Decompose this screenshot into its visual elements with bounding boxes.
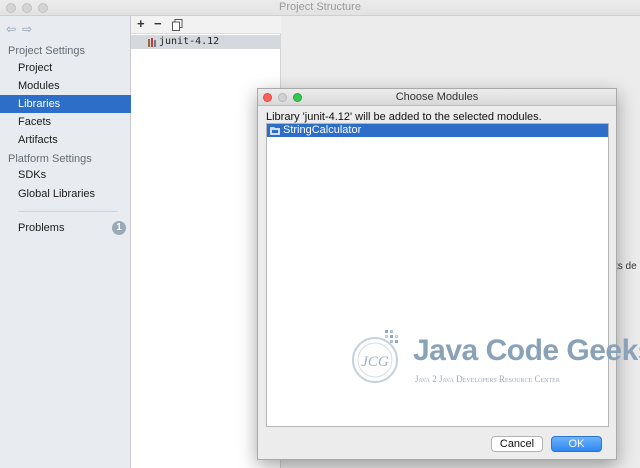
ok-button[interactable]: OK (551, 436, 602, 452)
sidebar-item-project[interactable]: Project (0, 59, 131, 77)
library-icon (148, 38, 156, 47)
dialog-titlebar: Choose Modules (258, 89, 616, 106)
watermark-subtitle: Java 2 Java Developers Resource Center (415, 374, 560, 384)
dialog-title: Choose Modules (395, 91, 479, 103)
cancel-button[interactable]: Cancel (491, 436, 543, 452)
library-item-junit[interactable]: junit-4.12 (131, 35, 281, 49)
library-toolbar: + − (131, 16, 281, 34)
sidebar-item-problems[interactable]: Problems 1 (0, 219, 131, 237)
add-library-button[interactable]: + (137, 17, 145, 31)
sidebar-item-facets[interactable]: Facets (0, 113, 131, 131)
window-titlebar: Project Structure (0, 0, 640, 16)
forward-arrow-icon[interactable]: ⇨ (22, 22, 32, 36)
sidebar-item-modules[interactable]: Modules (0, 77, 131, 95)
module-item-stringcalculator[interactable]: StringCalculator (267, 124, 608, 137)
sidebar-divider (18, 211, 118, 212)
platform-settings-header: Platform Settings (8, 153, 92, 165)
library-item-label: junit-4.12 (159, 36, 220, 47)
window-title: Project Structure (279, 1, 361, 13)
copy-icon[interactable] (172, 19, 183, 34)
module-item-label: StringCalculator (283, 124, 362, 136)
choose-modules-dialog: Choose Modules Library 'junit-4.12' will… (257, 88, 640, 460)
watermark-title: Java Code Geeks (413, 334, 640, 367)
sidebar-item-artifacts[interactable]: Artifacts (0, 131, 131, 149)
sidebar-item-sdks[interactable]: SDKs (0, 166, 131, 184)
details-text-fragment: ts de (615, 261, 637, 272)
sidebar-item-global-libraries[interactable]: Global Libraries (0, 185, 131, 203)
back-arrow-icon[interactable]: ⇦ (6, 22, 16, 36)
module-folder-icon (270, 127, 280, 135)
problems-count-badge: 1 (112, 221, 126, 235)
nav-arrows: ⇦ ⇨ (6, 22, 38, 36)
sidebar: ⇦ ⇨ Project Settings Project Modules Libr… (0, 16, 131, 468)
sidebar-item-label: Problems (18, 222, 65, 234)
logo-text: JCG (361, 354, 389, 370)
remove-library-button[interactable]: − (154, 17, 162, 31)
watermark: JCG Java Code Geeks Java 2 Java Develope… (347, 324, 640, 394)
jcg-logo: JCG (352, 330, 398, 383)
sidebar-item-libraries[interactable]: Libraries (0, 95, 131, 113)
module-list[interactable]: StringCalculator JCG Java Code Geeks Jav… (266, 123, 640, 427)
dialog-message: Library 'junit-4.12' will be added to th… (266, 111, 542, 123)
project-settings-header: Project Settings (8, 45, 86, 57)
